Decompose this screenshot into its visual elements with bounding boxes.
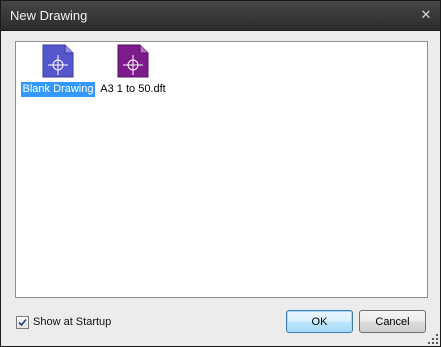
show-at-startup-label: Show at Startup <box>33 316 112 328</box>
template-item-a3-1-to-50[interactable]: A3 1 to 50.dft <box>94 44 172 97</box>
checkmark-icon <box>18 318 27 326</box>
ok-button[interactable]: OK <box>286 310 353 333</box>
checkbox-box[interactable] <box>16 315 29 329</box>
dialog-body: Blank Drawing A3 1 to 50.dft Show at Sta… <box>1 31 440 346</box>
show-at-startup-checkbox[interactable]: Show at Startup <box>16 314 111 330</box>
new-drawing-dialog: New Drawing ✕ Blank Drawing A3 1 to 50.d… <box>0 0 441 347</box>
drawing-template-icon <box>117 44 149 78</box>
close-icon[interactable]: ✕ <box>418 7 434 23</box>
dialog-title: New Drawing <box>10 8 88 23</box>
template-list[interactable]: Blank Drawing A3 1 to 50.dft <box>15 41 428 298</box>
resize-grip-icon[interactable] <box>427 333 439 345</box>
template-label: Blank Drawing <box>20 82 96 97</box>
template-item-blank-drawing[interactable]: Blank Drawing <box>19 44 97 97</box>
template-label: A3 1 to 50.dft <box>100 83 166 95</box>
title-bar[interactable]: New Drawing ✕ <box>1 1 440 31</box>
cancel-button[interactable]: Cancel <box>359 310 426 333</box>
blank-drawing-icon <box>42 44 74 78</box>
